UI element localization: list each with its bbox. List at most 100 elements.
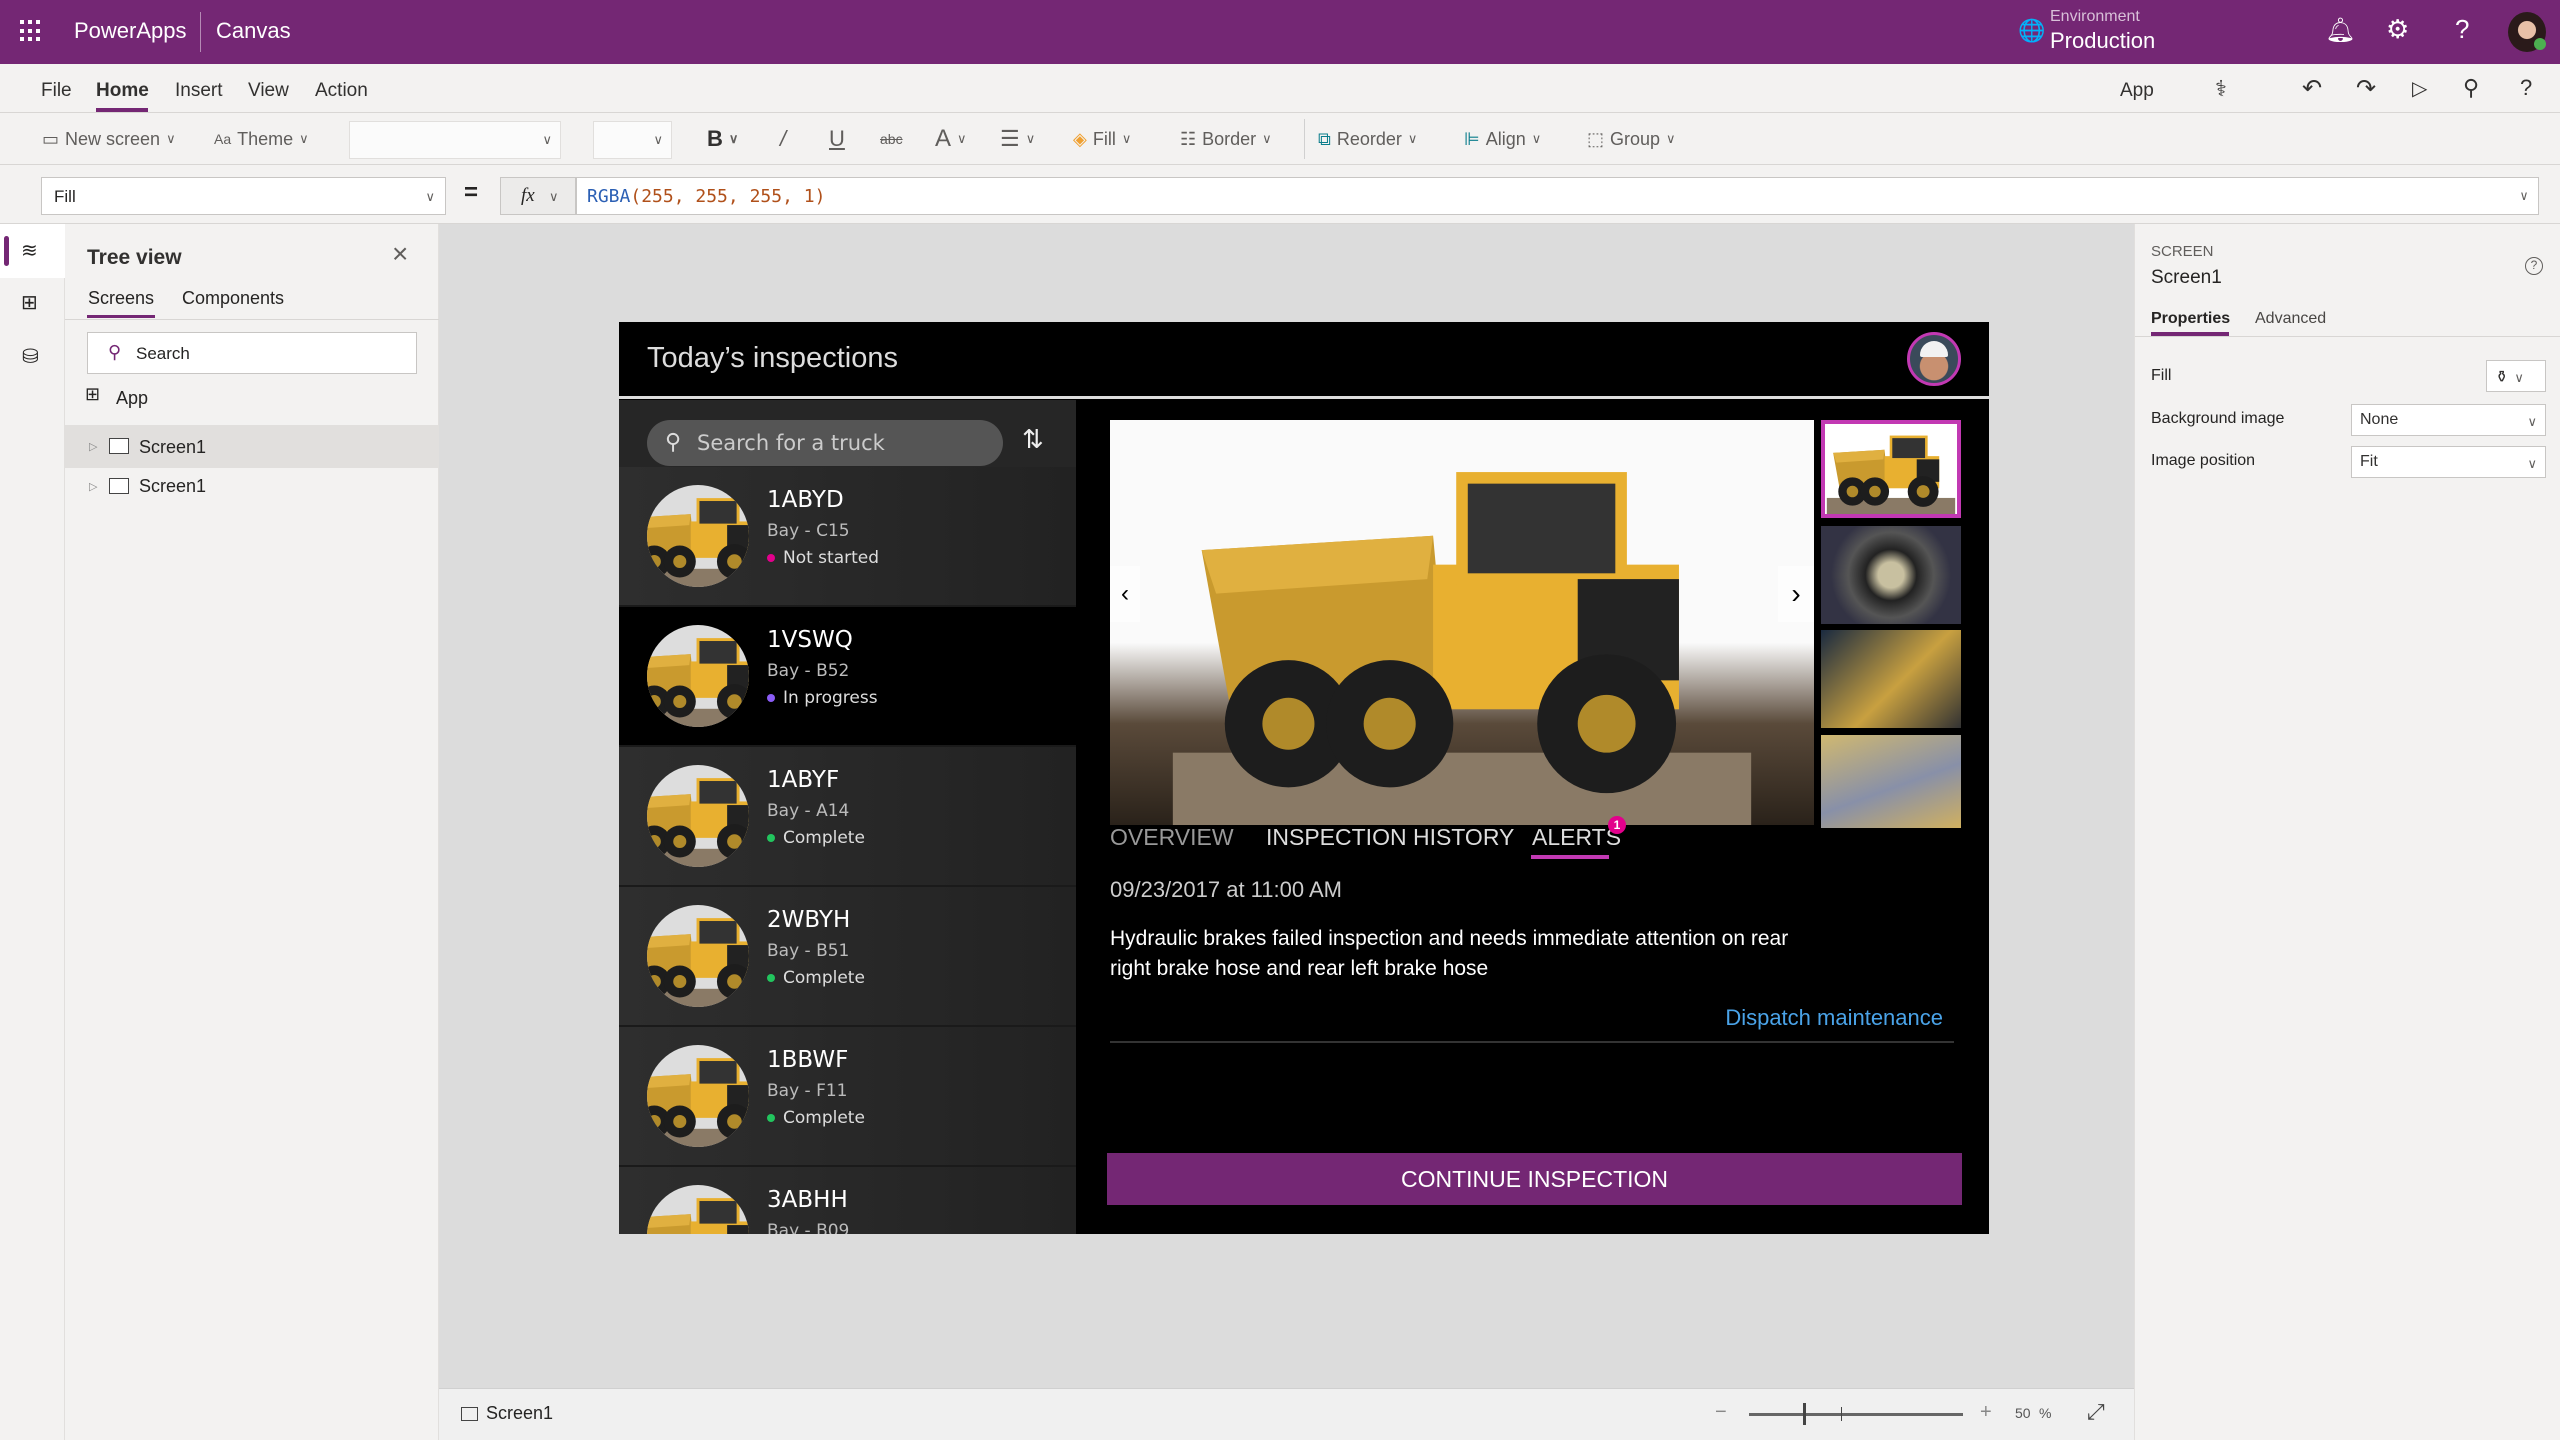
fill-label: Fill [1092, 128, 1116, 149]
tab-screens[interactable]: Screens [88, 288, 154, 309]
background-image-dropdown[interactable]: None ∨ [2351, 404, 2546, 436]
redo-icon[interactable]: ↷ [2356, 74, 2376, 103]
underline-button[interactable]: U [829, 125, 845, 153]
fx-button[interactable]: fx ∨ [500, 177, 576, 215]
text-align-button[interactable]: ☰ ∨ [1000, 125, 1035, 153]
tab-advanced[interactable]: Advanced [2255, 310, 2326, 328]
truck-list-item[interactable]: 1ABYF Bay - A14 Complete [619, 747, 1076, 887]
group-icon: ⬚ [1587, 128, 1605, 149]
play-icon[interactable]: ▷ [2412, 76, 2427, 101]
gear-icon[interactable]: ⚙ [2386, 14, 2409, 45]
reorder-button[interactable]: ⧉ Reorder ∨ [1318, 125, 1417, 153]
expand-icon[interactable]: ▷ [89, 480, 97, 493]
truck-main-image [1110, 420, 1814, 825]
app-checker-icon[interactable]: ⚕ [2215, 76, 2227, 102]
search-icon: ⚲ [665, 429, 682, 454]
zoom-in-button[interactable]: + [1980, 1401, 1992, 1424]
app-button[interactable]: App [2120, 80, 2154, 102]
tree-item-app[interactable]: App [116, 388, 148, 409]
image-thumbnail[interactable] [1821, 630, 1961, 728]
screen-icon [109, 478, 129, 494]
divider [65, 319, 439, 320]
border-button[interactable]: ☷ Border ∨ [1180, 125, 1272, 153]
share-icon[interactable]: ⚲ [2463, 75, 2479, 101]
bold-button[interactable]: B ∨ [707, 125, 738, 153]
image-thumbnail[interactable] [1821, 526, 1961, 624]
data-icon[interactable]: ⛁ [22, 344, 39, 369]
truck-list-item[interactable]: 1BBWF Bay - F11 Complete [619, 1027, 1076, 1167]
tab-inspection-history[interactable]: INSPECTION HISTORY [1266, 824, 1514, 851]
screen-icon [461, 1407, 478, 1421]
property-dropdown[interactable]: Fill ∨ [41, 177, 446, 215]
truck-search-input[interactable]: ⚲ Search for a truck [647, 420, 1003, 466]
theme-button[interactable]: Aa Theme ∨ [214, 125, 309, 153]
menu-view[interactable]: View [248, 80, 289, 102]
close-icon[interactable]: × [392, 238, 408, 270]
new-screen-button[interactable]: ▭ New screen ∨ [42, 125, 176, 153]
truck-thumbnail [647, 765, 749, 867]
background-image-label: Background image [2151, 410, 2285, 427]
undo-icon[interactable]: ↶ [2302, 74, 2322, 103]
control-type-label: SCREEN [2151, 243, 2214, 260]
fill-label: Fill [2151, 367, 2172, 384]
left-rail: ≋ ⊞ ⛁ [0, 224, 65, 1440]
status-dot [767, 974, 775, 982]
current-screen-label[interactable]: Screen1 [486, 1403, 553, 1424]
previous-image-button[interactable]: ‹ [1110, 566, 1140, 622]
zoom-out-button[interactable]: − [1715, 1401, 1727, 1424]
strikethrough-button[interactable]: abc [880, 125, 903, 153]
image-thumbnail-selected[interactable] [1821, 420, 1961, 518]
app-launcher-icon[interactable] [20, 20, 42, 42]
layers-icon[interactable]: ≋ [21, 238, 38, 263]
image-position-label: Image position [2151, 452, 2256, 469]
font-color-button[interactable]: A ∨ [935, 125, 967, 153]
environment-icon[interactable]: 🌐 [2018, 18, 2045, 44]
app-screen[interactable]: Today’s inspections ⚲ Search for a truck… [619, 322, 1989, 1234]
truck-thumbnail [647, 905, 749, 1007]
truck-status: In progress [767, 688, 878, 708]
image-thumbnail[interactable] [1821, 735, 1961, 828]
truck-bay: Bay - A14 [767, 801, 850, 821]
font-family-dropdown[interactable]: ∨ [349, 121, 561, 159]
environment-name[interactable]: Production [2050, 28, 2155, 54]
menu-file[interactable]: File [41, 80, 72, 102]
insert-icon[interactable]: ⊞ [21, 290, 38, 315]
fill-button[interactable]: ◈ Fill ∨ [1073, 125, 1131, 153]
truck-list-item[interactable]: 2WBYH Bay - B51 Complete [619, 887, 1076, 1027]
truck-list-item[interactable]: 1ABYD Bay - C15 Not started [619, 467, 1076, 607]
app-name[interactable]: PowerApps [74, 18, 187, 44]
tab-overview[interactable]: OVERVIEW [1110, 824, 1234, 851]
zoom-slider[interactable] [1749, 1413, 1963, 1416]
menu-action[interactable]: Action [315, 80, 368, 102]
image-position-dropdown[interactable]: Fit ∨ [2351, 446, 2546, 478]
formula-input[interactable]: RGBA(255, 255, 255, 1) ∨ [576, 177, 2539, 215]
zoom-slider-thumb[interactable] [1803, 1403, 1806, 1425]
bell-icon[interactable]: 🔔︎ [2325, 16, 2355, 45]
help-icon[interactable]: ? [2520, 75, 2532, 101]
group-button[interactable]: ⬚ Group ∨ [1587, 125, 1676, 153]
tree-search-input[interactable]: ⚲ Search [87, 332, 417, 374]
expand-icon[interactable]: ▷ [89, 440, 97, 453]
truck-list-item[interactable]: 1VSWQ Bay - B52 In progress [619, 607, 1076, 747]
dispatch-maintenance-link[interactable]: Dispatch maintenance [1725, 1005, 1943, 1031]
font-size-dropdown[interactable]: ∨ [593, 121, 672, 159]
continue-inspection-button[interactable]: CONTINUE INSPECTION [1107, 1153, 1962, 1205]
help-icon[interactable]: ? [2455, 14, 2469, 45]
context-label: Canvas [216, 18, 291, 43]
sort-icon[interactable]: ⇅ [1022, 424, 1044, 455]
tab-properties[interactable]: Properties [2151, 310, 2230, 328]
tree-item-screen1[interactable]: ▷ Screen1 [65, 468, 439, 508]
next-image-button[interactable]: › [1778, 566, 1814, 622]
align-button[interactable]: ⊫ Align ∨ [1464, 125, 1541, 153]
fit-to-window-icon[interactable]: ⤢ [2087, 1399, 2105, 1425]
active-tab-indicator [1531, 855, 1609, 859]
help-icon[interactable]: ? [2525, 257, 2543, 275]
menu-insert[interactable]: Insert [175, 80, 223, 102]
fill-color-picker[interactable]: ⚱ ∨ [2486, 360, 2546, 392]
italic-button[interactable]: / [780, 125, 786, 153]
menu-home[interactable]: Home [96, 80, 149, 102]
truck-list-item[interactable]: 3ABHH Bay - B09 [619, 1167, 1076, 1234]
inspector-avatar[interactable] [1907, 332, 1961, 386]
tab-components[interactable]: Components [182, 288, 284, 309]
tree-item-screen1[interactable]: ▷ Screen1 [65, 426, 439, 468]
